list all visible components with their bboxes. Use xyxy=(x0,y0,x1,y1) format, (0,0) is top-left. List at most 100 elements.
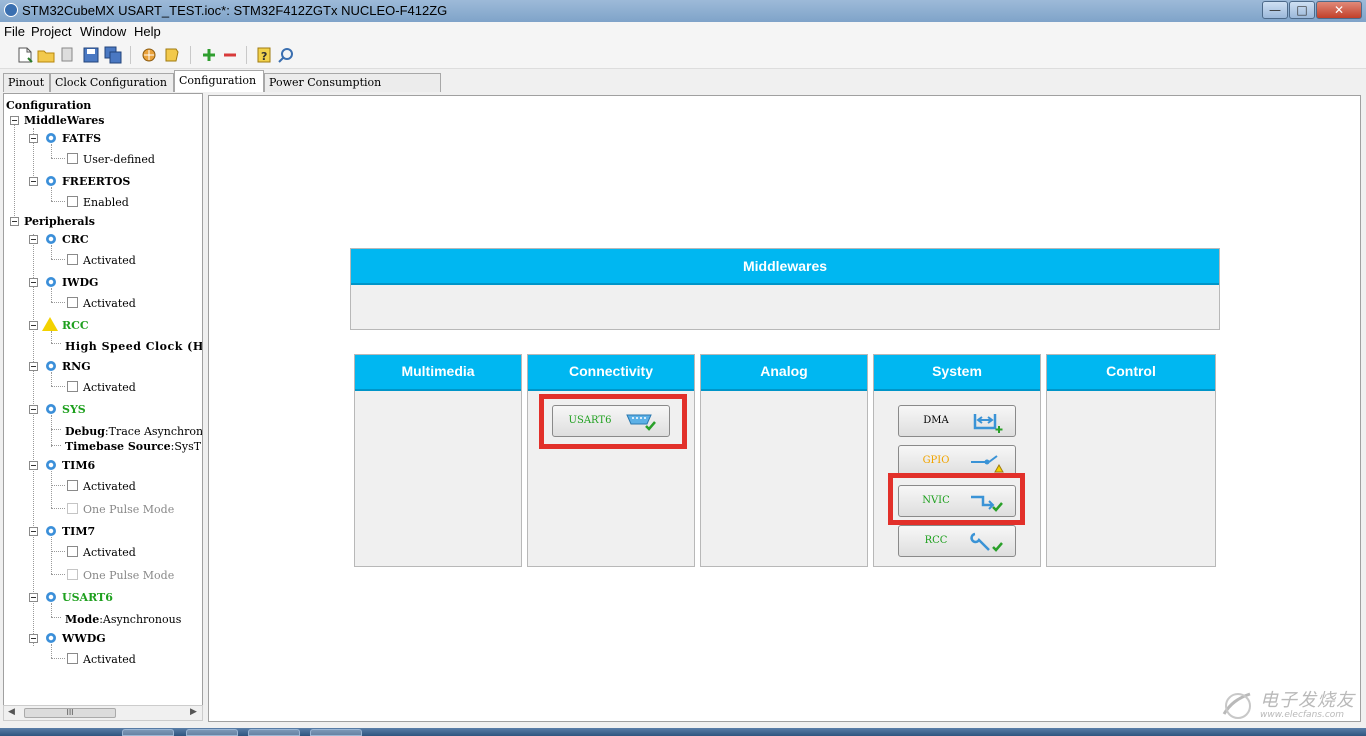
menu-project[interactable]: Project xyxy=(31,24,71,39)
iwdg-expander[interactable] xyxy=(29,278,38,287)
report-icon[interactable] xyxy=(163,46,181,64)
taskbar-item[interactable] xyxy=(248,729,300,736)
tree-guide xyxy=(51,331,52,343)
rcc-high-speed-clock-label: High Speed Clock (HS xyxy=(65,340,203,353)
tree-guide xyxy=(51,603,52,617)
tree-guide xyxy=(51,288,52,302)
about-icon[interactable] xyxy=(277,46,295,64)
tree-peripherals[interactable]: Peripherals xyxy=(24,215,95,228)
watermark-url: www.elecfans.com xyxy=(1260,710,1345,720)
taskbar-item[interactable] xyxy=(122,729,174,736)
tim6-expander[interactable] xyxy=(29,461,38,470)
maximize-button[interactable]: □ xyxy=(1289,1,1315,19)
tree-guide xyxy=(51,551,65,552)
rng-activated-checkbox[interactable] xyxy=(67,381,78,392)
dma-plus-icon xyxy=(973,414,1003,433)
peripherals-expander[interactable] xyxy=(10,217,19,226)
wwdg-expander[interactable] xyxy=(29,634,38,643)
iwdg-activated-label: Activated xyxy=(83,297,136,310)
scrollbar-thumb[interactable]: III xyxy=(24,708,116,718)
warning-icon xyxy=(42,317,58,331)
gear-icon xyxy=(46,633,56,643)
tree-fatfs[interactable]: FATFS xyxy=(62,132,101,145)
new-project-icon[interactable] xyxy=(16,46,34,64)
tree-guide xyxy=(51,144,52,158)
rcc-expander[interactable] xyxy=(29,321,38,330)
tree-usart6[interactable]: USART6 xyxy=(62,591,113,604)
middlewares-section: Middlewares xyxy=(350,248,1220,330)
rng-expander[interactable] xyxy=(29,362,38,371)
help-icon[interactable]: ? xyxy=(255,46,273,64)
toolbar: ? xyxy=(0,42,1366,69)
middlewares-header: Middlewares xyxy=(351,249,1219,285)
zoom-in-plus-icon[interactable] xyxy=(200,46,218,64)
tim7-activated-label: Activated xyxy=(83,546,136,559)
tree-tim6[interactable]: TIM6 xyxy=(62,459,95,472)
tree-guide xyxy=(51,485,65,486)
tree-crc[interactable]: CRC xyxy=(62,233,89,246)
tree-sys[interactable]: SYS xyxy=(62,403,86,416)
tab-power-consumption-calculator[interactable]: Power Consumption Calculator xyxy=(264,73,441,107)
taskbar-item[interactable] xyxy=(310,729,362,736)
tree-guide xyxy=(51,471,52,508)
tree-guide xyxy=(51,201,65,202)
copy-icon[interactable] xyxy=(59,46,77,64)
tim7-one-pulse-checkbox[interactable] xyxy=(67,569,78,580)
gear-icon xyxy=(46,176,56,186)
system-section: System DMA GPIO NVIC RCC xyxy=(873,354,1041,567)
minimize-button[interactable]: — xyxy=(1262,1,1288,19)
watermark-logo-icon xyxy=(1222,692,1251,719)
svg-text:?: ? xyxy=(261,50,267,63)
tim7-activated-checkbox[interactable] xyxy=(67,546,78,557)
crc-expander[interactable] xyxy=(29,235,38,244)
tree-guide xyxy=(51,415,52,447)
tab-clock-configuration[interactable]: Clock Configuration xyxy=(50,73,174,92)
tree-rng[interactable]: RNG xyxy=(62,360,91,373)
scroll-right-arrow-icon[interactable]: ▶ xyxy=(190,707,197,717)
tab-pinout[interactable]: Pinout xyxy=(3,73,50,92)
tree-rcc[interactable]: RCC xyxy=(62,319,89,332)
dma-button[interactable]: DMA xyxy=(898,405,1016,437)
open-folder-icon[interactable] xyxy=(37,46,55,64)
taskbar-item[interactable] xyxy=(186,729,238,736)
fatfs-expander[interactable] xyxy=(29,134,38,143)
tree-guide xyxy=(51,617,61,618)
menu-file[interactable]: File xyxy=(4,24,25,39)
sys-expander[interactable] xyxy=(29,405,38,414)
menu-window[interactable]: Window xyxy=(80,24,126,39)
middlewares-expander[interactable] xyxy=(10,116,19,125)
gear-icon xyxy=(46,404,56,414)
save-all-icon[interactable] xyxy=(104,46,122,64)
tree-iwdg[interactable]: IWDG xyxy=(62,276,98,289)
tree-middlewares[interactable]: MiddleWares xyxy=(24,114,104,127)
tree-guide xyxy=(51,372,52,386)
close-button[interactable]: ✕ xyxy=(1316,1,1362,19)
freertos-expander[interactable] xyxy=(29,177,38,186)
scroll-left-arrow-icon[interactable]: ◀ xyxy=(8,707,15,717)
usart6-expander[interactable] xyxy=(29,593,38,602)
tim6-one-pulse-checkbox[interactable] xyxy=(67,503,78,514)
tree-wwdg[interactable]: WWDG xyxy=(62,632,106,645)
zoom-out-minus-icon[interactable] xyxy=(221,46,239,64)
rcc-button[interactable]: RCC xyxy=(898,525,1016,557)
crc-activated-checkbox[interactable] xyxy=(67,254,78,265)
iwdg-activated-checkbox[interactable] xyxy=(67,297,78,308)
tree-guide xyxy=(51,386,65,387)
tree-tim7[interactable]: TIM7 xyxy=(62,525,95,538)
tab-configuration[interactable]: Configuration xyxy=(174,70,264,92)
freertos-enabled-checkbox[interactable] xyxy=(67,196,78,207)
tim7-expander[interactable] xyxy=(29,527,38,536)
save-icon[interactable] xyxy=(82,46,100,64)
wwdg-activated-checkbox[interactable] xyxy=(67,653,78,664)
menu-bar: File Project Window Help xyxy=(0,22,1366,42)
tree-freertos[interactable]: FREERTOS xyxy=(62,175,130,188)
tree-horizontal-scrollbar[interactable]: ◀ III ▶ xyxy=(3,705,203,721)
tim6-activated-checkbox[interactable] xyxy=(67,480,78,491)
fatfs-user-defined-checkbox[interactable] xyxy=(67,153,78,164)
dma-button-label: DMA xyxy=(923,415,949,426)
generate-code-icon[interactable] xyxy=(140,46,158,64)
app-icon xyxy=(4,3,18,17)
tree-guide xyxy=(51,158,65,159)
toolbar-separator xyxy=(130,46,131,64)
menu-help[interactable]: Help xyxy=(134,24,161,39)
